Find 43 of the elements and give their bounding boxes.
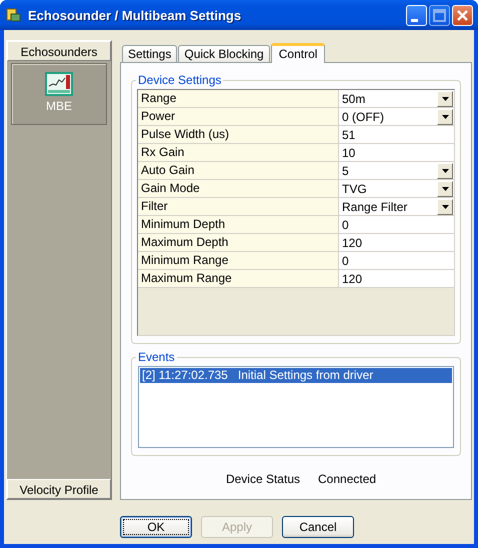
property-name: Minimum Depth: [138, 216, 339, 233]
property-name: Gain Mode: [138, 180, 339, 197]
property-value[interactable]: 0: [339, 252, 454, 269]
property-dropdown[interactable]: Range Filter: [339, 198, 454, 215]
property-name: Maximum Range: [138, 270, 339, 287]
property-name: Range: [138, 90, 339, 107]
close-icon: [455, 8, 470, 22]
tab[interactable]: Settings: [122, 45, 178, 62]
property-name: Power: [138, 108, 339, 125]
group-title: Events: [137, 350, 176, 364]
property-value[interactable]: 0: [339, 216, 454, 233]
dialog-button[interactable]: OK: [120, 516, 192, 538]
property-name: Auto Gain: [138, 162, 339, 179]
property-value[interactable]: 51: [339, 126, 454, 143]
close-button[interactable]: [452, 4, 473, 26]
status-label: Device Status: [226, 472, 300, 486]
events-list[interactable]: [2] 11:27:02.735 Initial Settings from driver: [138, 366, 454, 448]
minimize-button[interactable]: [406, 4, 427, 26]
property-dropdown[interactable]: 5: [339, 162, 454, 179]
property-name: Rx Gain: [138, 144, 339, 161]
app-icon: [6, 7, 22, 23]
group-title: Device Settings: [137, 73, 222, 87]
property-value[interactable]: 10: [339, 144, 454, 161]
minimize-icon: [411, 18, 418, 22]
property-name: Maximum Depth: [138, 234, 339, 251]
property-dropdown[interactable]: 0 (OFF): [339, 108, 454, 125]
property-name: Filter: [138, 198, 339, 215]
property-value[interactable]: 120: [339, 270, 454, 287]
dialog-button[interactable]: Cancel: [282, 516, 354, 538]
maximize-icon: [432, 8, 447, 22]
property-dropdown[interactable]: 50m: [339, 90, 454, 107]
velocity-profile-button[interactable]: Velocity Profile: [7, 479, 111, 499]
property-dropdown[interactable]: TVG: [339, 180, 454, 197]
panel-header[interactable]: Echosounders: [7, 41, 111, 61]
sonar-chart-icon: [45, 72, 73, 96]
event-item[interactable]: [2] 11:27:02.735 Initial Settings from driver: [140, 368, 452, 383]
tab[interactable]: Quick Blocking: [178, 45, 270, 62]
status-value: Connected: [318, 472, 376, 486]
property-name: Minimum Range: [138, 252, 339, 269]
window-title: Echosounder / Multibeam Settings: [28, 8, 242, 22]
tab[interactable]: Control: [270, 43, 326, 63]
property-value[interactable]: 120: [339, 234, 454, 251]
property-name: Pulse Width (us): [138, 126, 339, 143]
